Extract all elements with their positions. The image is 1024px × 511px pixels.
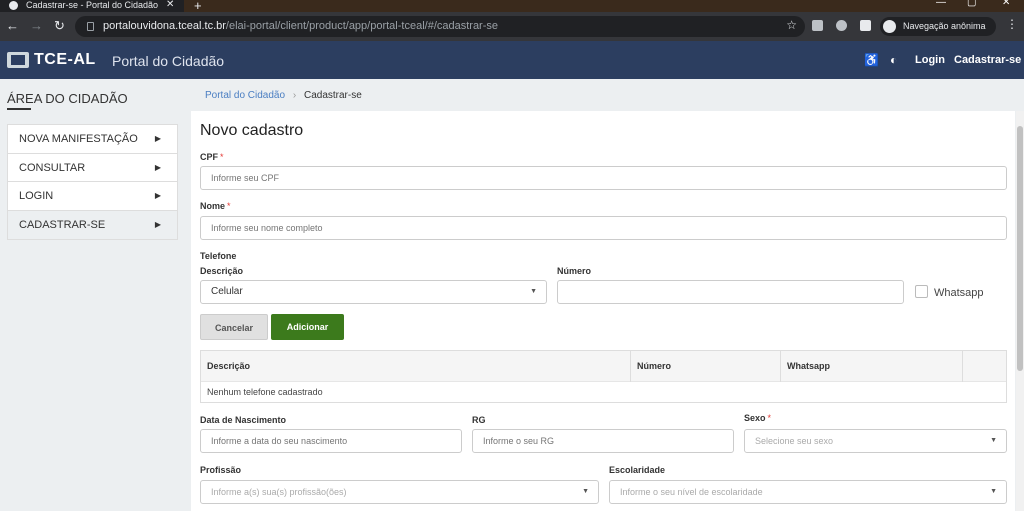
tab-favicon-icon — [9, 1, 18, 10]
bookmark-star-icon[interactable]: ☆ — [786, 18, 797, 32]
breadcrumb-home-link[interactable]: Portal do Cidadão — [205, 90, 285, 101]
url-text: portalouvidona.tceal.tc.br/elai-portal/c… — [103, 20, 499, 32]
sidebar-item-login[interactable]: LOGIN ▶ — [8, 182, 177, 211]
login-link[interactable]: Login — [915, 54, 945, 66]
whatsapp-checkbox[interactable] — [915, 285, 928, 298]
breadcrumb: Portal do Cidadão › Cadastrar-se — [205, 90, 362, 101]
sidebar: ÁREA DO CIDADÃO NOVA MANIFESTAÇÃO ▶ CONS… — [0, 79, 190, 506]
reload-icon[interactable]: ↻ — [54, 18, 65, 34]
accessibility-icon[interactable]: ♿ — [864, 53, 879, 67]
sidebar-item-label: LOGIN — [19, 190, 54, 202]
profissao-select[interactable]: Informe a(s) sua(s) profissão(ões) ▼ — [200, 480, 599, 504]
sexo-label: Sexo * — [744, 413, 772, 423]
nascimento-input[interactable] — [200, 429, 462, 453]
dropdown-caret-icon: ▼ — [990, 488, 997, 495]
main-content: Portal do Cidadão › Cadastrar-se Novo ca… — [190, 79, 1024, 511]
sidebar-item-label: NOVA MANIFESTAÇÃO — [19, 133, 138, 145]
back-icon[interactable]: ← — [6, 18, 19, 33]
sidebar-title: ÁREA DO CIDADÃO — [7, 91, 128, 106]
tab-title: Cadastrar-se - Portal do Cidadão — [26, 0, 159, 10]
contrast-icon[interactable]: ◐ — [890, 53, 897, 67]
whatsapp-checkbox-label: Whatsapp — [934, 287, 984, 299]
escolaridade-label: Escolaridade — [609, 465, 666, 475]
telefone-descricao-label: Descrição — [200, 266, 244, 276]
table-header-numero: Número — [631, 351, 781, 382]
cancel-button[interactable]: Cancelar — [200, 314, 268, 340]
cpf-label: CPF * — [200, 152, 224, 162]
browser-menu-icon[interactable]: ⋮ — [1006, 17, 1018, 31]
portal-title: Portal do Cidadão — [112, 53, 225, 69]
telefone-section-label: Telefone — [200, 251, 237, 261]
register-link[interactable]: Cadastrar-se — [954, 54, 1021, 66]
incognito-badge[interactable]: Navegação anônima — [880, 17, 996, 36]
extension-icon[interactable] — [812, 20, 823, 31]
incognito-icon — [883, 20, 896, 33]
rg-label: RG — [472, 415, 486, 425]
sidebar-item-nova-manifestacao[interactable]: NOVA MANIFESTAÇÃO ▶ — [8, 125, 177, 154]
sidebar-item-consultar[interactable]: CONSULTAR ▶ — [8, 154, 177, 182]
escolaridade-placeholder: Informe o seu nível de escolaridade — [620, 487, 763, 497]
tab-close-icon[interactable]: ✕ — [166, 0, 174, 10]
dropdown-caret-icon: ▼ — [530, 288, 537, 295]
add-phone-button[interactable]: Adicionar — [271, 314, 344, 340]
cpf-input[interactable] — [200, 166, 1007, 190]
telefone-numero-input[interactable] — [557, 280, 904, 304]
breadcrumb-current: Cadastrar-se — [303, 90, 362, 101]
nome-label: Nome * — [200, 201, 231, 211]
lock-icon — [87, 22, 94, 31]
minimize-icon[interactable]: — — [936, 0, 946, 8]
escolaridade-select[interactable]: Informe o seu nível de escolaridade ▼ — [609, 480, 1007, 504]
phone-table-header: Descrição Número Whatsapp — [201, 351, 1006, 382]
sidebar-item-label: CADASTRAR-SE — [19, 218, 106, 231]
tce-logo-icon — [7, 52, 29, 68]
sidebar-menu: NOVA MANIFESTAÇÃO ▶ CONSULTAR ▶ LOGIN ▶ … — [7, 124, 178, 240]
extensions-puzzle-icon[interactable] — [860, 20, 871, 31]
caret-right-icon: ▶ — [154, 162, 161, 172]
sidebar-item-cadastrar-se[interactable]: CADASTRAR-SE ▶ — [8, 210, 177, 239]
table-header-descricao: Descrição — [201, 351, 631, 382]
caret-right-icon: ▶ — [154, 191, 161, 200]
profissao-label: Profissão — [200, 465, 242, 475]
dropdown-caret-icon: ▼ — [990, 437, 997, 444]
browser-tab[interactable]: Cadastrar-se - Portal do Cidadão ✕ — [0, 0, 184, 12]
phone-table: Descrição Número Whatsapp Nenhum telefon… — [200, 350, 1007, 403]
table-header-whatsapp: Whatsapp — [781, 351, 963, 382]
caret-right-icon: ▶ — [154, 219, 161, 229]
address-bar[interactable]: portalouvidona.tceal.tc.br/elai-portal/c… — [75, 16, 805, 37]
browser-tab-bar: Cadastrar-se - Portal do Cidadão ✕ + — ▢… — [0, 0, 1024, 12]
nascimento-label: Data de Nascimento — [200, 415, 287, 425]
caret-right-icon: ▶ — [154, 134, 161, 143]
incognito-label: Navegação anônima — [903, 21, 986, 31]
site-header: TCE-AL Portal do Cidadão ♿ ◐ Login Cadas… — [0, 41, 1024, 79]
telefone-descricao-value: Celular — [211, 286, 243, 297]
rg-input[interactable] — [472, 429, 734, 453]
telefone-descricao-select[interactable]: Celular ▼ — [200, 280, 547, 304]
sexo-placeholder: Selecione seu sexo — [755, 436, 834, 446]
window-close-icon[interactable]: ✕ — [1002, 0, 1010, 8]
brand-name[interactable]: TCE-AL — [34, 51, 96, 69]
scrollbar-thumb[interactable] — [1017, 126, 1023, 371]
extension-globe-icon[interactable] — [836, 20, 847, 31]
nome-input[interactable] — [200, 216, 1007, 240]
sidebar-title-underline — [7, 108, 31, 110]
browser-toolbar: ← → ↻ portalouvidona.tceal.tc.br/elai-po… — [0, 12, 1024, 41]
maximize-icon[interactable]: ▢ — [967, 0, 976, 8]
forward-icon[interactable]: → — [30, 18, 43, 33]
table-empty-message: Nenhum telefone cadastrado — [207, 387, 323, 397]
sidebar-item-label: CONSULTAR — [19, 161, 86, 174]
profissao-placeholder: Informe a(s) sua(s) profissão(ões) — [211, 487, 347, 497]
sexo-select[interactable]: Selecione seu sexo ▼ — [744, 429, 1007, 453]
new-tab-icon[interactable]: + — [194, 0, 202, 12]
breadcrumb-separator-icon: › — [292, 90, 297, 101]
page-title: Novo cadastro — [200, 122, 304, 139]
dropdown-caret-icon: ▼ — [582, 488, 589, 495]
telefone-numero-label: Número — [557, 266, 592, 276]
